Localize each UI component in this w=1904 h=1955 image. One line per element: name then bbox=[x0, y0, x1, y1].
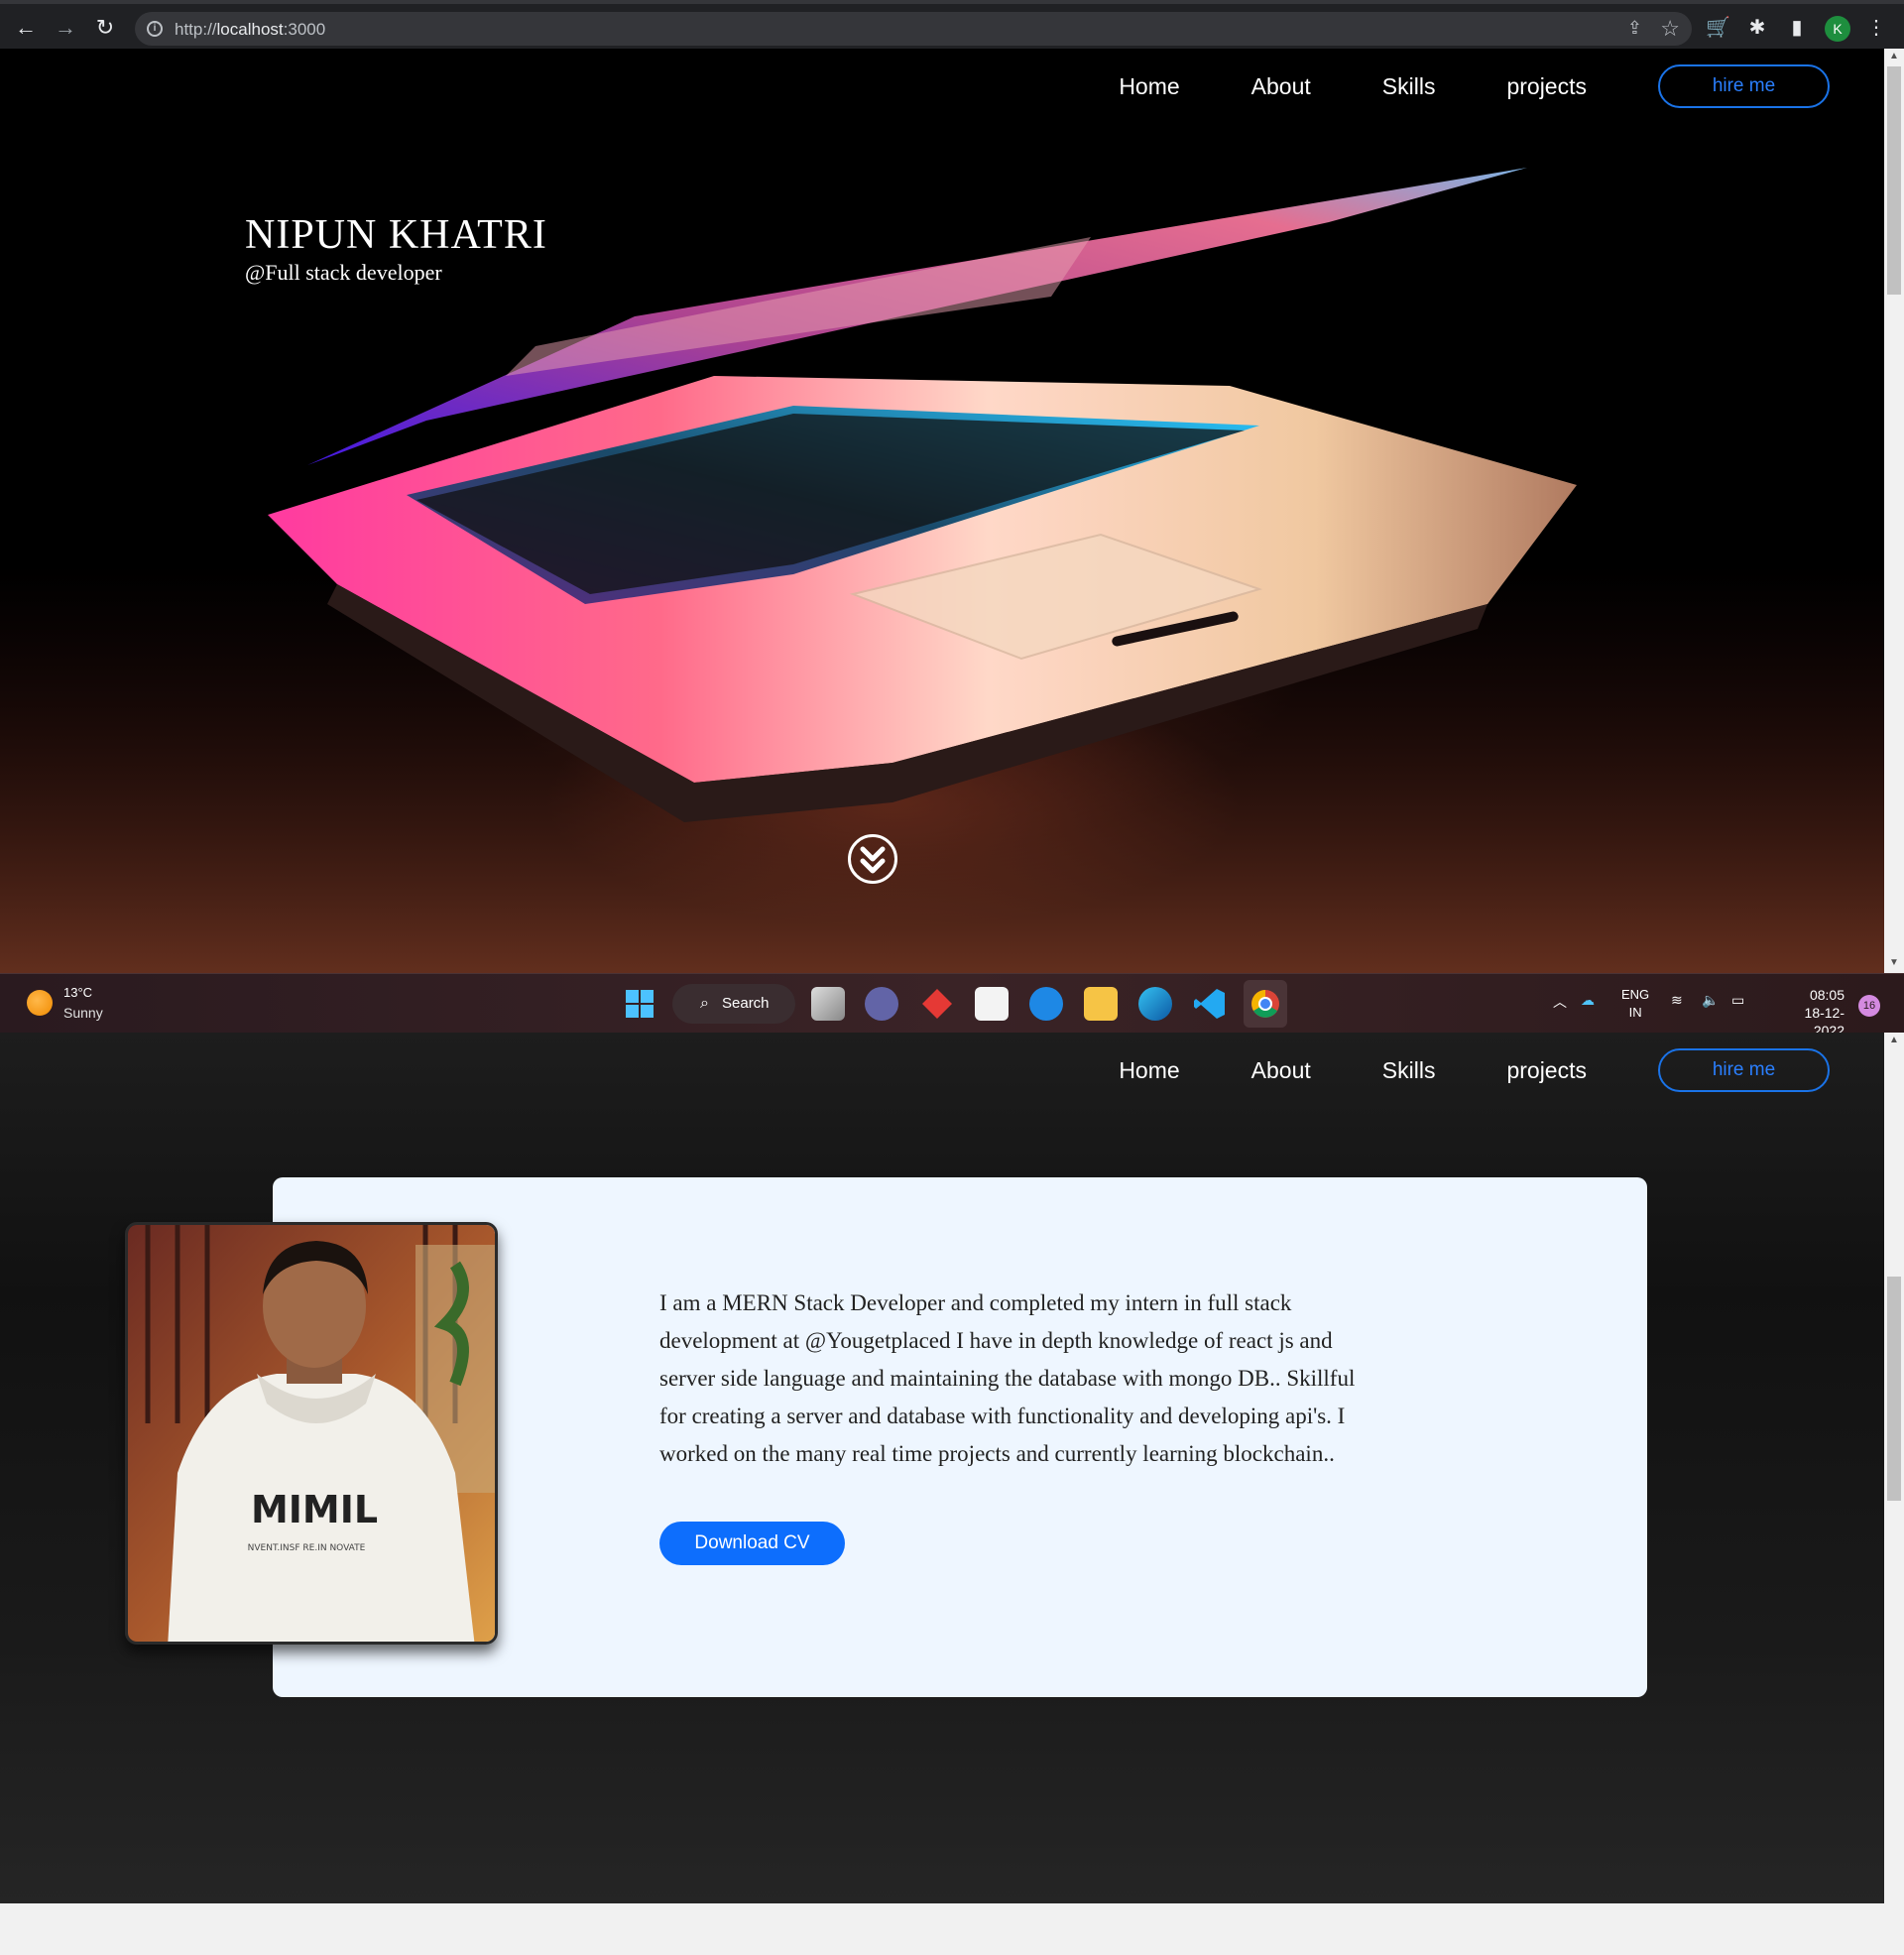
about-nav: Home About Skills projects hire me bbox=[1119, 1048, 1830, 1092]
hero-name: NIPUN KHATRI bbox=[245, 212, 547, 258]
nav-projects[interactable]: projects bbox=[1506, 1057, 1587, 1084]
taskbar-clock[interactable]: 08:05 18-12-2022 bbox=[1775, 986, 1844, 1039]
nav-home[interactable]: Home bbox=[1119, 1057, 1179, 1084]
search-icon: ⌕ bbox=[700, 995, 709, 1012]
scroll-up-icon[interactable]: ▲ bbox=[1888, 1035, 1900, 1045]
hero-role: @Full stack developer bbox=[245, 260, 442, 285]
main-nav: Home About Skills projects hire me bbox=[1119, 64, 1830, 108]
nav-skills[interactable]: Skills bbox=[1382, 73, 1436, 100]
extensions-puzzle-icon[interactable]: ✱ bbox=[1745, 16, 1769, 40]
nav-home[interactable]: Home bbox=[1119, 73, 1179, 100]
windows-taskbar: 13°C Sunny ⌕ Search ︿ ☁ ENG IN ≋ 🔈 ▭ 08:… bbox=[0, 973, 1904, 1039]
hire-me-button[interactable]: hire me bbox=[1658, 1048, 1830, 1092]
page-scrollbar-bottom[interactable]: ▲ bbox=[1884, 1033, 1904, 1903]
hire-me-button[interactable]: hire me bbox=[1658, 64, 1830, 108]
scroll-up-icon[interactable]: ▲ bbox=[1888, 51, 1900, 61]
address-bar[interactable]: i http://localhost:3000 ⇪ ☆ bbox=[135, 12, 1692, 46]
forward-arrow-icon[interactable]: → bbox=[54, 16, 77, 40]
back-arrow-icon[interactable]: ← bbox=[14, 16, 38, 40]
windows-start-icon[interactable] bbox=[623, 987, 656, 1021]
site-info-icon[interactable]: i bbox=[147, 21, 163, 37]
about-description: I am a MERN Stack Developer and complete… bbox=[659, 1290, 1356, 1466]
nav-about[interactable]: About bbox=[1251, 73, 1311, 100]
taskbar-search[interactable]: ⌕ Search bbox=[672, 984, 795, 1024]
scroll-thumb[interactable] bbox=[1887, 66, 1901, 295]
page-bottom-strip bbox=[0, 1903, 1904, 1955]
page-scrollbar-top[interactable]: ▲ ▼ bbox=[1884, 49, 1904, 973]
cart-icon[interactable]: 🛒 bbox=[1706, 16, 1730, 40]
microsoft-store-icon[interactable] bbox=[975, 987, 1009, 1021]
hoodie-subtext: NVENT.INSF RE.IN NOVATE bbox=[248, 1543, 366, 1553]
url-text: http://localhost:3000 bbox=[175, 20, 326, 39]
chrome-taskbar-icon[interactable] bbox=[1244, 980, 1287, 1028]
teams-chat-icon[interactable] bbox=[865, 987, 898, 1021]
reload-icon[interactable]: ↻ bbox=[93, 16, 117, 40]
sun-icon[interactable] bbox=[27, 990, 53, 1016]
profile-avatar[interactable]: K bbox=[1825, 16, 1850, 42]
menu-dots-icon[interactable]: ⋮ bbox=[1864, 16, 1888, 40]
scroll-thumb[interactable] bbox=[1887, 1277, 1901, 1501]
edge-browser-icon[interactable] bbox=[1138, 987, 1172, 1021]
weather-temperature: 13°C bbox=[63, 985, 93, 1000]
nav-about[interactable]: About bbox=[1251, 1057, 1311, 1084]
app-diamond-icon[interactable] bbox=[920, 987, 954, 1021]
help-icon[interactable] bbox=[1029, 987, 1063, 1021]
bookmark-star-icon[interactable]: ☆ bbox=[1660, 16, 1680, 42]
vscode-icon[interactable] bbox=[1193, 987, 1227, 1021]
share-icon[interactable]: ⇪ bbox=[1627, 18, 1642, 39]
about-section: Home About Skills projects hire me I am … bbox=[0, 1033, 1884, 1903]
task-view-icon[interactable] bbox=[811, 987, 845, 1021]
hero-section: Home About Skills projects hire me NIPUN… bbox=[0, 49, 1884, 973]
scroll-down-icon[interactable] bbox=[848, 834, 897, 884]
notification-badge[interactable]: 16 bbox=[1858, 995, 1880, 1017]
nav-skills[interactable]: Skills bbox=[1382, 1057, 1436, 1084]
scroll-down-arrow-icon[interactable]: ▼ bbox=[1888, 957, 1900, 968]
profile-photo: MIMIL NVENT.INSF RE.IN NOVATE bbox=[125, 1222, 498, 1645]
laptop-image bbox=[0, 168, 1884, 973]
hoodie-text: MIMIL bbox=[251, 1488, 378, 1531]
browser-toolbar: ← → ↻ i http://localhost:3000 ⇪ ☆ 🛒 ✱ ▮ … bbox=[0, 0, 1904, 49]
nav-projects[interactable]: projects bbox=[1506, 73, 1587, 100]
weather-description: Sunny bbox=[63, 1005, 103, 1021]
download-cv-button[interactable]: Download CV bbox=[659, 1522, 845, 1565]
file-explorer-icon[interactable] bbox=[1084, 987, 1118, 1021]
side-panel-icon[interactable]: ▮ bbox=[1785, 16, 1809, 40]
